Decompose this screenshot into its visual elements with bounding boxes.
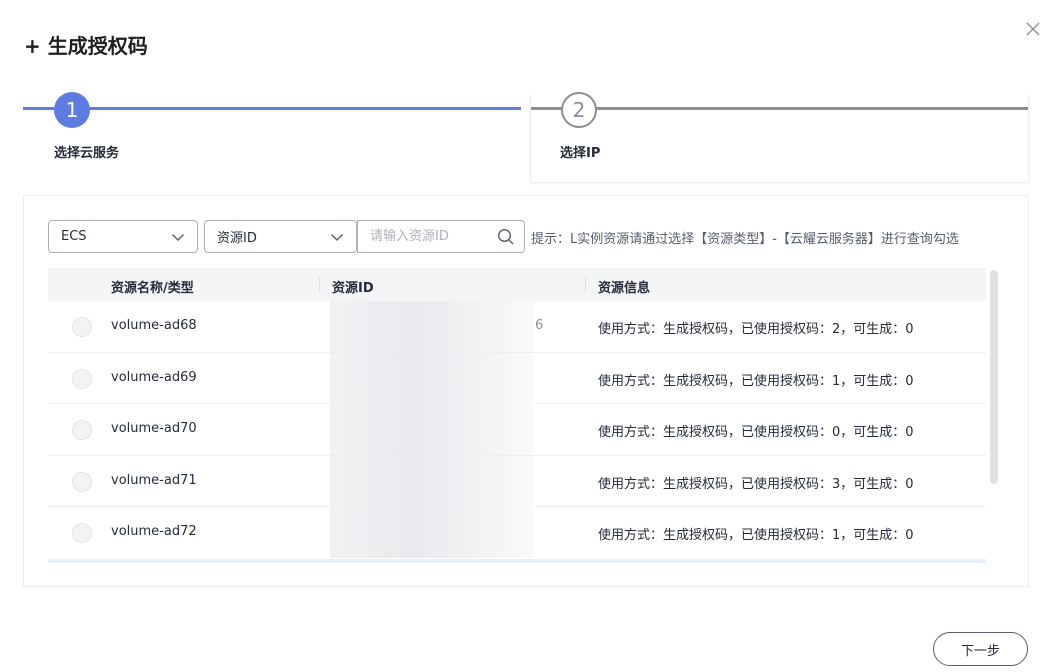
search-input[interactable]	[358, 221, 488, 252]
step-2-label: 选择IP	[560, 146, 601, 161]
row-radio[interactable]	[72, 523, 92, 543]
dialog-title: + 生成授权码	[24, 34, 148, 58]
table-header: 资源名称/类型 资源ID 资源信息	[48, 268, 986, 301]
table-row[interactable]: volume-ad71 使用方式：生成授权码，已使用授权码：3，可生成：0	[48, 455, 986, 507]
column-divider	[319, 277, 320, 293]
resource-name: volume-ad70	[111, 421, 197, 436]
row-radio[interactable]	[72, 317, 92, 337]
step-2-number: 2	[561, 92, 597, 128]
resource-name: volume-ad68	[111, 318, 197, 333]
row-radio[interactable]	[72, 420, 92, 440]
search-field-select[interactable]: 资源ID	[204, 220, 357, 253]
resource-info: 使用方式：生成授权码，已使用授权码：2，可生成：0	[598, 322, 914, 337]
row-radio[interactable]	[72, 471, 92, 492]
column-header-id: 资源ID	[332, 281, 374, 296]
redacted-resource-id	[330, 301, 534, 352]
resource-table: 资源名称/类型 资源ID 资源信息 volume-ad68 6 使用方式：生成授…	[48, 268, 986, 563]
redacted-resource-id	[330, 507, 534, 558]
resource-info: 使用方式：生成授权码，已使用授权码：1，可生成：0	[598, 528, 914, 543]
column-divider	[585, 277, 586, 293]
query-hint: 提示：L实例资源请通过选择【资源类型】-【云耀云服务器】进行查询勾选	[531, 232, 959, 247]
search-field-value: 资源ID	[217, 231, 257, 246]
redacted-resource-id	[330, 352, 534, 404]
generate-auth-code-dialog: + 生成授权码 1 选择云服务 2 选择IP ECS 资源ID 提	[0, 0, 1055, 672]
search-icon[interactable]	[497, 228, 515, 246]
table-scrollbar[interactable]	[990, 270, 998, 484]
column-header-name: 资源名称/类型	[111, 281, 194, 296]
table-row[interactable]: volume-ad70 使用方式：生成授权码，已使用授权码：0，可生成：0	[48, 404, 986, 456]
resource-info: 使用方式：生成授权码，已使用授权码：3，可生成：0	[598, 476, 914, 492]
chevron-down-icon	[331, 234, 343, 241]
resource-name: volume-ad71	[111, 472, 197, 488]
resource-name: volume-ad69	[111, 369, 197, 385]
redacted-resource-id	[330, 455, 534, 507]
table-row[interactable]: volume-ad68 6 使用方式：生成授权码，已使用授权码：2，可生成：0	[48, 301, 986, 353]
resource-id-tail: 6	[535, 318, 544, 333]
step-2-progress-bar	[531, 107, 1028, 110]
close-icon[interactable]	[1022, 18, 1044, 40]
resource-panel: ECS 资源ID 提示：L实例资源请通过选择【资源类型】-【云耀云服务器】进行查…	[23, 195, 1029, 587]
table-bottom-border	[48, 558, 986, 563]
table-row[interactable]: volume-ad69 使用方式：生成授权码，已使用授权码：1，可生成：0	[48, 352, 986, 404]
column-header-info: 资源信息	[598, 281, 651, 296]
resource-info: 使用方式：生成授权码，已使用授权码：1，可生成：0	[598, 373, 914, 389]
resource-type-select[interactable]: ECS	[48, 220, 198, 253]
row-radio[interactable]	[72, 368, 92, 389]
resource-name: volume-ad72	[111, 524, 197, 539]
redacted-resource-id	[330, 404, 534, 455]
table-row[interactable]: volume-ad72 使用方式：生成授权码，已使用授权码：1，可生成：0	[48, 507, 986, 559]
resource-info: 使用方式：生成授权码，已使用授权码：0，可生成：0	[598, 425, 914, 440]
step-1-number: 1	[54, 92, 90, 128]
resource-type-value: ECS	[61, 229, 87, 244]
chevron-down-icon	[172, 234, 184, 241]
step-2: 2 选择IP	[530, 92, 1029, 183]
step-1-progress-bar	[23, 107, 521, 110]
step-1-label: 选择云服务	[54, 146, 120, 161]
resource-id-search	[357, 220, 525, 253]
step-1: 1 选择云服务	[23, 92, 521, 183]
next-step-button[interactable]: 下一步	[933, 632, 1028, 666]
